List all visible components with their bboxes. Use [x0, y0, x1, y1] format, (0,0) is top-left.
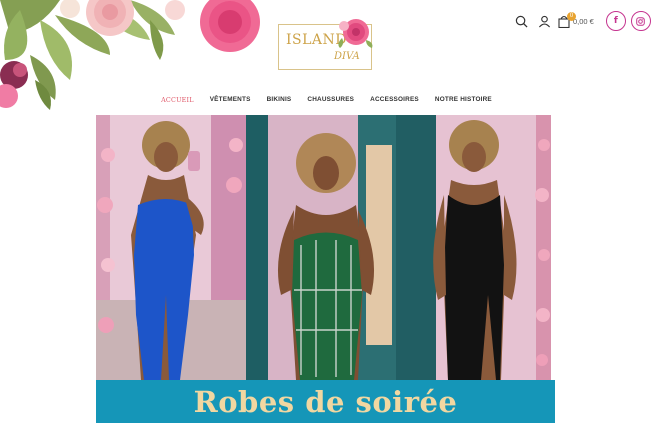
hero-banner[interactable]: Robes de soirée: [96, 115, 555, 423]
facebook-button[interactable]: f: [605, 11, 626, 31]
hero-caption-bar: Robes de soirée: [96, 380, 555, 423]
facebook-icon: f: [613, 16, 618, 26]
hero-caption: Robes de soirée: [193, 384, 458, 419]
nav-item-notre-histoire[interactable]: NOTRE HISTOIRE: [435, 96, 492, 104]
instagram-icon: [636, 16, 646, 26]
user-icon[interactable]: [535, 12, 553, 30]
cart-total: 0,00 €: [573, 16, 594, 26]
main-nav: ACCUEIL VÊTEMENTS BIKINIS CHAUSSURES ACC…: [0, 96, 653, 104]
site-logo[interactable]: ISLAND DIVA: [278, 16, 376, 70]
logo-flower-icon: [338, 19, 373, 48]
photo-blue-dress: [96, 115, 246, 380]
photo-green-dress: [246, 115, 396, 380]
header-actions: 0 0,00 € f: [512, 9, 651, 33]
nav-item-vetements[interactable]: VÊTEMENTS: [210, 96, 251, 104]
nav-item-bikinis[interactable]: BIKINIS: [267, 96, 292, 104]
nav-item-accueil[interactable]: ACCUEIL: [161, 96, 194, 104]
search-icon[interactable]: [512, 12, 530, 30]
instagram-button[interactable]: [630, 11, 651, 31]
cart-button[interactable]: 0 0,00 €: [558, 11, 594, 28]
logo-text-diva: DIVA: [334, 51, 360, 62]
hero-photos: [96, 115, 551, 380]
nav-item-chaussures[interactable]: CHAUSSURES: [307, 96, 354, 104]
nav-item-accessoires[interactable]: ACCESSOIRES: [370, 96, 419, 104]
cart-count-badge: 0: [567, 11, 576, 21]
photo-black-dress: [396, 115, 551, 380]
